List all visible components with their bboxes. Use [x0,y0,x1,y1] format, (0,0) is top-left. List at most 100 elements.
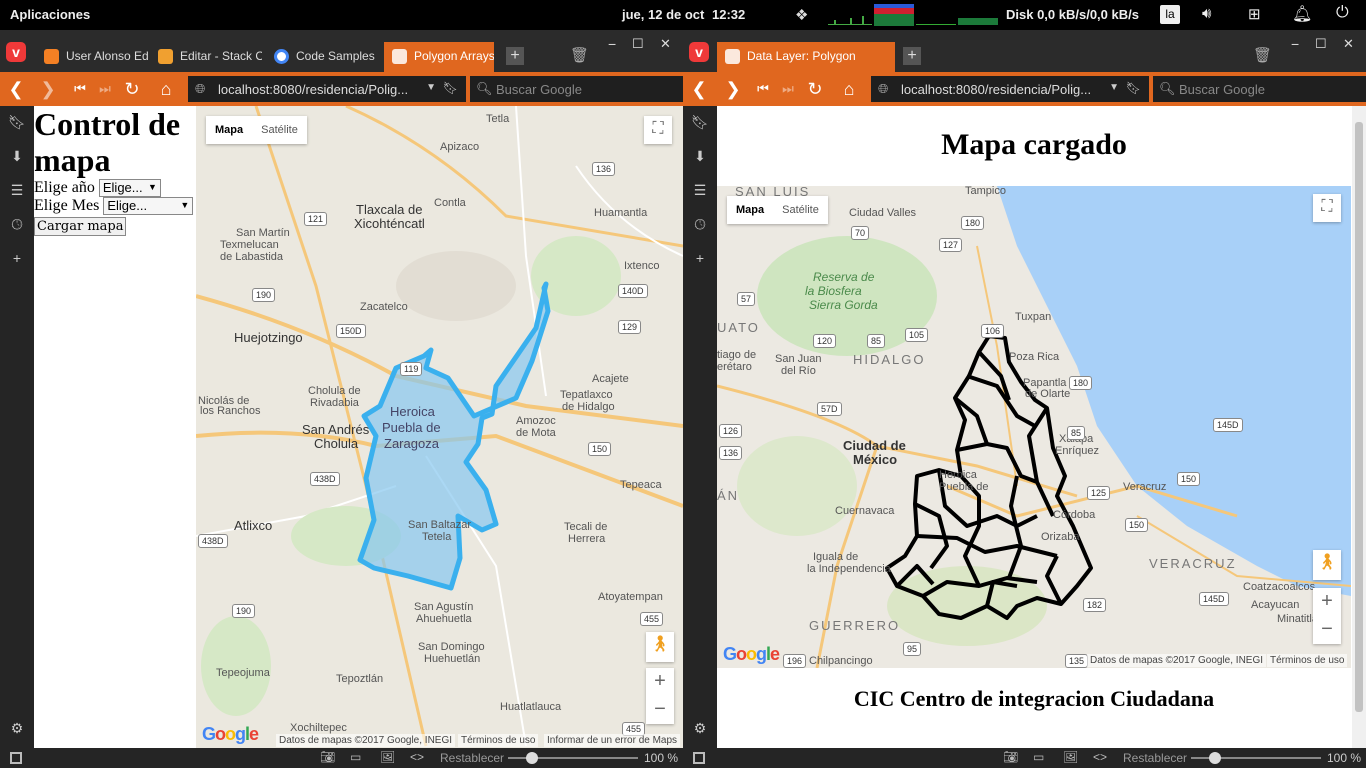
add-panel-icon[interactable]: + [8,250,26,268]
fullscreen-icon[interactable]: ⛶ [644,116,672,144]
bookmark-page-icon[interactable]: 🔖︎ [1126,81,1141,95]
settings-icon[interactable]: ⚙ [691,720,709,738]
reset-zoom-button[interactable]: Restablecer [1123,751,1187,765]
google-map-puebla[interactable]: Tetla Apizaco Tlaxcala de Xicohténcatl C… [196,106,683,748]
close-button[interactable]: ✕ [660,36,671,52]
zoom-out-button[interactable]: − [1313,616,1341,644]
url-field[interactable]: 🌐︎ localhost:8080/residencia/Polig... ▼ … [188,76,466,102]
tab-stackoverflow-edit[interactable]: Editar - Stack O [150,42,262,72]
zoom-slider[interactable] [1191,752,1321,764]
bookmarks-panel-icon[interactable]: 🔖︎ [691,114,709,132]
reload-icon[interactable]: ↻ [122,80,142,100]
close-button[interactable]: ✕ [1343,36,1354,52]
bookmarks-panel-icon[interactable]: 🔖︎ [8,114,26,132]
tab-stackoverflow-user[interactable]: User Alonso Edu [36,42,148,72]
zoom-slider[interactable] [508,752,638,764]
add-panel-icon[interactable]: + [691,250,709,268]
screenshot-icon[interactable]: 📷︎ [320,750,335,764]
load-map-button[interactable]: Cargar mapa [34,217,127,236]
power-icon[interactable]: ⏻ [1336,4,1349,22]
month-select[interactable]: Elige... ▼ [103,197,194,215]
notes-panel-icon[interactable]: ☰ [691,182,709,200]
dropbox-icon[interactable]: ❖ [795,6,808,24]
terms-link[interactable]: Términos de uso [1267,654,1348,667]
toggle-panel-icon[interactable] [693,752,705,764]
map-label: Texmelucan [220,239,279,251]
reload-icon[interactable]: ↻ [805,80,825,100]
scrollbar-thumb[interactable] [1355,122,1363,712]
pegman-icon[interactable]: 🚶︎ [1313,550,1341,580]
date-label[interactable]: jue, 12 de oct [622,7,704,22]
tab-code-samples[interactable]: Code Samples [266,42,378,72]
home-icon[interactable]: ⌂ [156,80,176,100]
search-field[interactable]: 🔍︎ Buscar Google [470,76,683,102]
vivaldi-menu-icon[interactable]: v [689,42,709,62]
maximize-button[interactable]: ☐ [1315,36,1327,52]
bookmark-page-icon[interactable]: 🔖︎ [443,81,458,95]
map-type-map-button[interactable]: Mapa [727,196,773,224]
new-tab-button[interactable]: + [903,47,921,65]
network-icon[interactable]: ⊞ [1248,5,1261,23]
map-type-satellite-button[interactable]: Satélite [252,116,307,144]
map-type-satellite-button[interactable]: Satélite [773,196,828,224]
time-label[interactable]: 12:32 [712,7,745,22]
history-panel-icon[interactable]: 🕓︎ [8,216,26,234]
applications-menu[interactable]: Aplicaciones [10,7,90,22]
zoom-in-button[interactable]: + [1313,588,1341,616]
minimize-button[interactable]: − [1291,36,1299,52]
settings-icon[interactable]: ⚙ [8,720,26,738]
rewind-icon[interactable]: ⏮ [753,80,773,100]
toggle-panel-icon[interactable] [10,752,22,764]
tiling-icon[interactable]: ▭ [1033,750,1044,764]
zoom-slider-handle[interactable] [1209,752,1221,764]
back-icon[interactable]: ❮ [689,80,709,100]
zoom-out-button[interactable]: − [646,696,674,724]
back-icon[interactable]: ❮ [6,80,26,100]
rewind-icon[interactable]: ⏮ [70,80,90,100]
pegman-icon[interactable]: 🚶︎ [646,632,674,662]
keyboard-layout-indicator[interactable]: la [1160,5,1180,24]
zoom-slider-handle[interactable] [526,752,538,764]
tab-polygon-arrays[interactable]: Polygon Arrays [384,42,494,72]
trash-icon[interactable]: 🗑︎ [1253,46,1272,64]
fullscreen-icon[interactable]: ⛶ [1313,194,1341,222]
maximize-button[interactable]: ☐ [632,36,644,52]
page-actions-icon[interactable]: <> [1093,750,1107,764]
year-select[interactable]: Elige... ▼ [98,179,161,197]
url-field[interactable]: 🌐︎ localhost:8080/residencia/Polig... ▼ … [871,76,1149,102]
new-tab-button[interactable]: + [506,47,524,65]
url-dropdown-icon[interactable]: ▼ [1109,82,1119,93]
fast-forward-icon[interactable]: ⏭ [95,80,115,100]
site-info-icon[interactable]: 🌐︎ [195,81,205,97]
minimize-button[interactable]: − [608,36,616,52]
fast-forward-icon[interactable]: ⏭ [778,80,798,100]
tab-data-layer-polygon[interactable]: Data Layer: Polygon [717,42,895,72]
map-data-attribution: Datos de mapas ©2017 Google, INEGI [1087,654,1267,667]
vertical-scrollbar[interactable] [1352,106,1366,748]
reset-zoom-button[interactable]: Restablecer [440,751,504,765]
search-field[interactable]: 🔍︎ Buscar Google [1153,76,1366,102]
images-icon[interactable]: 🖼︎ [380,750,395,764]
notifications-icon[interactable]: 🔔︎ [1292,4,1312,24]
downloads-panel-icon[interactable]: ⬇ [8,148,26,166]
vivaldi-menu-icon[interactable]: v [6,42,26,62]
tiling-icon[interactable]: ▭ [350,750,361,764]
forward-icon[interactable]: ❯ [723,80,743,100]
trash-icon[interactable]: 🗑︎ [570,46,589,64]
zoom-in-button[interactable]: + [646,668,674,696]
google-map-region[interactable]: SAN LUIS Tampico Ciudad Valles Reserva d… [717,186,1351,668]
url-dropdown-icon[interactable]: ▼ [426,82,436,93]
downloads-panel-icon[interactable]: ⬇ [691,148,709,166]
images-icon[interactable]: 🖼︎ [1063,750,1078,764]
map-type-map-button[interactable]: Mapa [206,116,252,144]
terms-link[interactable]: Términos de uso [458,734,539,747]
home-icon[interactable]: ⌂ [839,80,859,100]
forward-icon[interactable]: ❯ [38,80,58,100]
report-map-error-link[interactable]: Informar de un error de Maps [544,734,681,747]
notes-panel-icon[interactable]: ☰ [8,182,26,200]
page-actions-icon[interactable]: <> [410,750,424,764]
site-info-icon[interactable]: 🌐︎ [878,81,888,97]
history-panel-icon[interactable]: 🕓︎ [691,216,709,234]
volume-icon[interactable]: 🔊︎ [1202,5,1211,22]
screenshot-icon[interactable]: 📷︎ [1003,750,1018,764]
